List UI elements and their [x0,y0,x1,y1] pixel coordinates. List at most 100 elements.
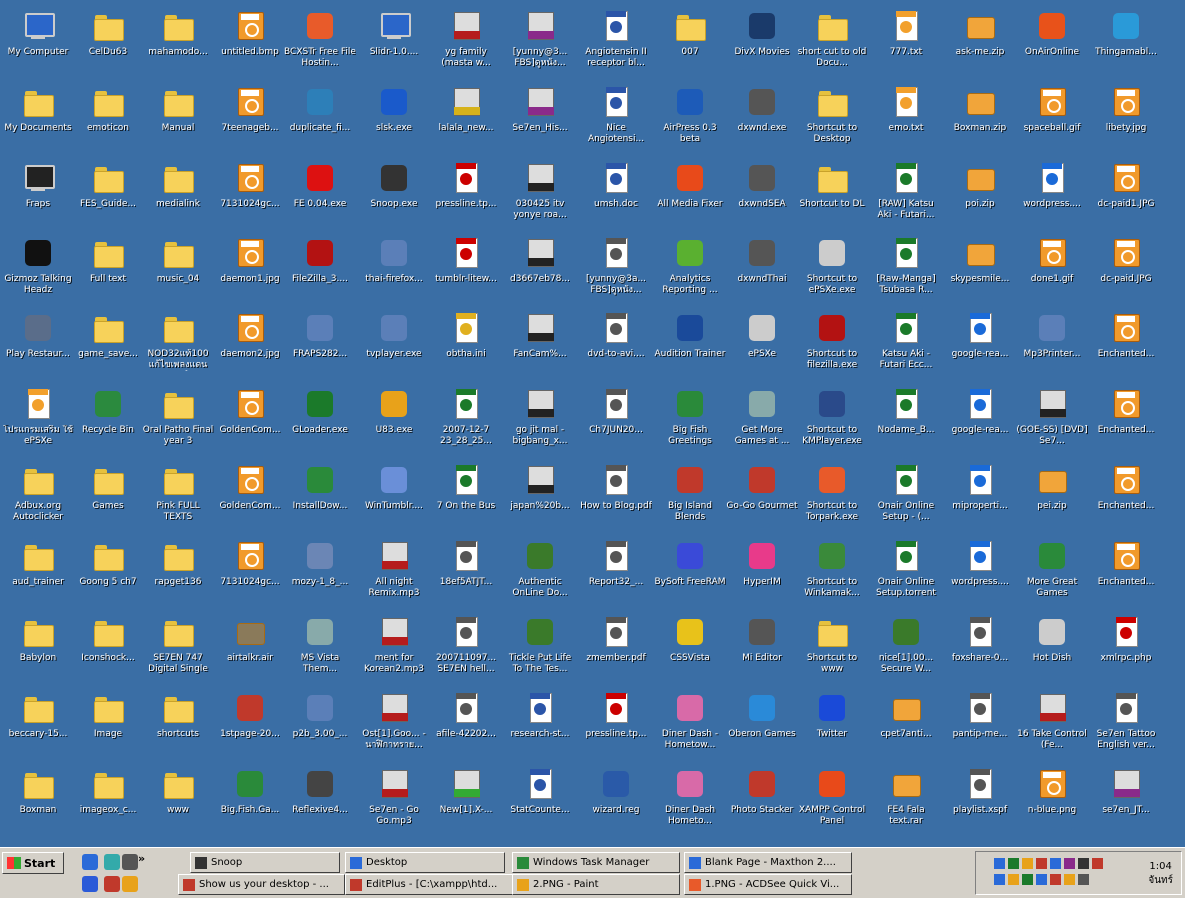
desktop-icon[interactable]: Se7en_His... [508,82,572,166]
desktop-icon[interactable]: dxwndSEA [730,158,794,242]
desktop-icon[interactable]: Fraps [6,158,70,242]
taskbar-button[interactable]: 2.PNG - Paint [512,874,680,895]
desktop-icon[interactable]: StatCounte... [508,764,572,848]
desktop-icon[interactable]: My Documents [4,82,72,166]
desktop-icon[interactable]: Enchanted... [1094,460,1158,544]
tray-icon[interactable] [1008,858,1019,869]
desktop-icon[interactable]: wizard.reg [584,764,648,848]
desktop-icon[interactable]: aud_trainer [6,536,70,620]
desktop-icon[interactable]: pantip-me... [948,688,1012,772]
outlook-icon[interactable] [82,876,98,892]
desktop-icon[interactable]: Pink FULL TEXTS [146,460,210,544]
desktop-icon[interactable]: dc-paid1.JPG [1094,158,1158,242]
desktop-icon[interactable]: game_save... [76,308,140,392]
desktop-icon[interactable]: duplicate_fi... [288,82,352,166]
desktop-icon[interactable]: Se7en Tattoo English ver... [1094,688,1158,772]
desktop-icon[interactable]: afile-42202... [434,688,498,772]
desktop-icon[interactable]: Mp3Printer... [1020,308,1084,392]
desktop-icon[interactable]: All night Remix.mp3 [362,536,426,620]
desktop-icon[interactable]: poi.zip [948,158,1012,242]
desktop-icon[interactable]: Hot Dish [1020,612,1084,696]
desktop-icon[interactable]: playlist.xspf [948,764,1012,848]
tray-icon[interactable] [1078,874,1089,885]
desktop-icon[interactable]: slsk.exe [362,82,426,166]
desktop-icon[interactable]: [yunny@3... FBS]ดูหนัง... [508,6,572,90]
desktop-icon[interactable]: emo.txt [874,82,938,166]
desktop-icon[interactable]: InstallDow... [288,460,352,544]
taskbar-button[interactable]: Desktop [345,852,505,873]
desktop-icon[interactable]: 007 [658,6,722,90]
tray-icon[interactable] [1064,874,1075,885]
desktop-icon[interactable]: Photo Stacker [730,764,794,848]
clock[interactable]: 1:04 จันทร์ [1148,860,1173,888]
desktop-icon[interactable]: lalala_new... [434,82,498,166]
desktop-icon[interactable]: libety.jpg [1094,82,1158,166]
quick-launch-chevron[interactable]: » [138,852,145,865]
desktop-icon[interactable]: More Great Games [1020,536,1084,620]
desktop-icon[interactable]: umsh.doc [584,158,648,242]
desktop-icon[interactable]: Reflexive4... [288,764,352,848]
desktop-icon[interactable]: mahamodo... [146,6,210,90]
desktop-icon[interactable]: se7en_JT... [1094,764,1158,848]
taskbar-button[interactable]: Show us your desktop - ... [178,874,345,895]
desktop-icon[interactable]: dvd-to-avi.... [584,308,648,392]
tray-icon[interactable] [1078,858,1089,869]
desktop-icon[interactable]: yg family (masta w... [434,6,498,90]
taskbar-button[interactable]: Snoop [190,852,340,873]
desktop-icon[interactable]: Mi Editor [730,612,794,696]
desktop-icon[interactable]: AirPress 0.3 beta [658,82,722,166]
desktop-icon[interactable]: daemon2.jpg [218,308,282,392]
desktop-icon[interactable]: New[1].X-... [434,764,498,848]
tray-icon[interactable] [1008,874,1019,885]
desktop-icon[interactable]: Shortcut to Desktop [800,82,864,166]
desktop-icon[interactable]: Enchanted... [1094,384,1158,468]
ie-icon[interactable] [82,854,98,870]
desktop-icon[interactable]: mozy-1_8_... [288,536,352,620]
desktop-icon[interactable]: Big Fish Greetings [658,384,722,468]
desktop-icon[interactable]: wordpress.... [1020,158,1084,242]
tray-icon[interactable] [1092,858,1103,869]
desktop-icon[interactable]: 7131024gc... [218,158,282,242]
desktop-icon[interactable]: Nice Angiotensi... [584,82,648,166]
desktop-icon[interactable]: thai-firefox... [362,233,426,317]
desktop-icon[interactable]: U83.exe [362,384,426,468]
tray-icon[interactable] [1022,858,1033,869]
desktop-icon[interactable]: obtha.ini [434,308,498,392]
desktop-icon[interactable]: shortcuts [146,688,210,772]
tray-icon[interactable] [1064,858,1075,869]
desktop-icon[interactable]: foxshare-0... [948,612,1012,696]
desktop-icon[interactable]: Shortcut to Winkamak... [800,536,864,620]
desktop-icon[interactable]: Shortcut to www [800,612,864,696]
desktop-icon[interactable]: Boxman [6,764,70,848]
desktop-icon[interactable]: cpet7anti... [874,688,938,772]
desktop-icon[interactable]: BySoft FreeRAM [654,536,726,620]
desktop-icon[interactable]: untitled.bmp [218,6,282,90]
desktop-icon[interactable]: daemon1.jpg [218,233,282,317]
desktop-icon[interactable]: Enchanted... [1094,536,1158,620]
desktop-icon[interactable]: Shortcut to filezilla.exe [800,308,864,392]
desktop-icon[interactable]: 7teenageb... [218,82,282,166]
desktop-icon[interactable]: Iconshock... [76,612,140,696]
desktop-icon[interactable]: skypesmile... [948,233,1012,317]
desktop-icon[interactable]: Play Restaur... [6,308,70,392]
desktop-icon[interactable]: rapget136 [146,536,210,620]
desktop-icon[interactable]: FES_Guide... [76,158,140,242]
desktop-icon[interactable]: Diner Dash - Hometow... [658,688,722,772]
tray-icon[interactable] [1022,874,1033,885]
tray-icon[interactable] [1050,858,1061,869]
desktop-icon[interactable]: (GOE-SS) [DVD] Se7... [1016,384,1088,468]
desktop-icon[interactable]: n-blue.png [1020,764,1084,848]
desktop-icon[interactable]: Diner Dash Hometo... [658,764,722,848]
desktop-icon[interactable]: HyperIM [730,536,794,620]
desktop-icon[interactable]: tumblr-litew... [434,233,498,317]
desktop-icon[interactable]: Big.Fish.Ga... [218,764,282,848]
desktop-icon[interactable]: [RAW] Katsu Aki - Futari... [874,158,938,242]
desktop-icon[interactable]: 1stpage-20... [218,688,282,772]
desktop-icon[interactable]: NOD32แท้100 แก้ไขเพลงแดนเซอร์ [146,308,210,392]
desktop-icon[interactable]: Gizmoz Talking Headz [4,233,72,317]
desktop-icon[interactable]: Manual [146,82,210,166]
desktop-icon[interactable]: Shortcut to Torpark.exe [800,460,864,544]
desktop-icon[interactable]: ment for Korean2.mp3 [362,612,426,696]
desktop-icon[interactable]: [Raw-Manga] Tsubasa R... [874,233,938,317]
desktop-icon[interactable]: Oral Patho Final year 3 [143,384,213,468]
